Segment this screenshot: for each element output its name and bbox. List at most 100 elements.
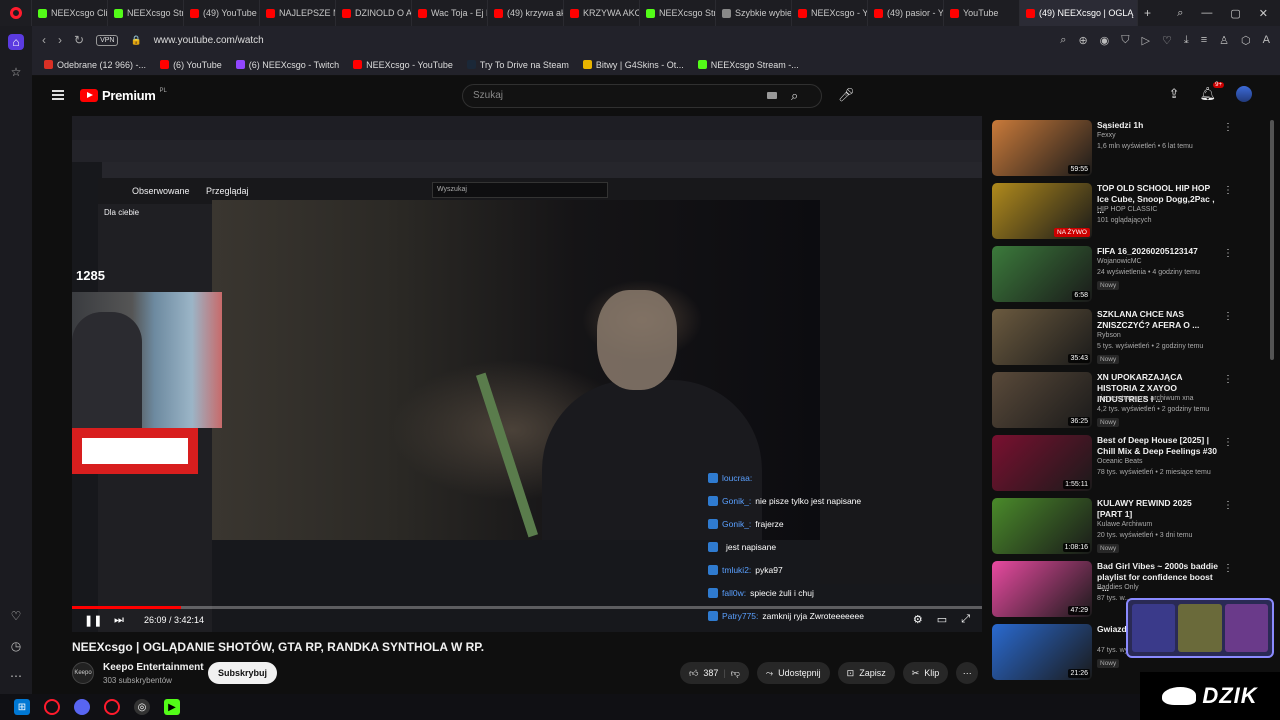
recommendation-title[interactable]: Sąsiedzi 1h <box>1097 120 1219 131</box>
bookmark-item[interactable]: (6) NEEXcsgo - Twitch <box>235 60 339 70</box>
more-options-icon[interactable]: ⋮ <box>1223 248 1233 259</box>
mic-icon[interactable]: 🎤︎ <box>838 87 855 103</box>
more-options-icon[interactable]: ⋮ <box>1223 374 1233 385</box>
pause-icon[interactable]: ❚❚ <box>84 614 102 627</box>
recommendation-title[interactable]: KULAWY REWIND 2025 [PART 1] <box>1097 498 1219 520</box>
browser-logo[interactable] <box>0 0 32 26</box>
more-actions-button[interactable]: ⋯ <box>956 662 979 684</box>
recommendation-channel[interactable]: HIP HOP CLASSIC <box>1097 206 1157 213</box>
search-icon[interactable]: ⌕ <box>1060 34 1066 47</box>
extensions-icon[interactable]: ⬡ <box>1241 34 1251 47</box>
recommendation-item[interactable]: 1:55:11 Best of Deep House [2025] | Chill… <box>990 433 1262 496</box>
recommendation-channel[interactable]: Kulawe Archiwum <box>1097 521 1152 528</box>
back-icon[interactable]: ‹ <box>42 33 46 47</box>
recommendation-title[interactable]: SZKLANA CHCE NAS ZNISZCZYĆ? AFERA O ... <box>1097 309 1219 331</box>
more-options-icon[interactable]: ⋮ <box>1223 437 1233 448</box>
thumbs-down-icon[interactable]: 👎︎ <box>731 668 740 679</box>
recommendation-channel[interactable]: Rybson <box>1097 332 1121 339</box>
subscribe-button[interactable]: Subskrybuj <box>208 662 278 684</box>
scrollbar[interactable] <box>1270 120 1274 360</box>
thumbnail[interactable]: 6:58 <box>992 246 1092 302</box>
vpn-badge[interactable]: VPN <box>96 34 119 46</box>
keyboard-icon[interactable] <box>767 92 777 99</box>
new-tab-button[interactable]: + <box>1138 0 1157 26</box>
browser-tab[interactable]: (49) YouTube <box>184 0 260 26</box>
thumbnail[interactable]: 47:29 <box>992 561 1092 617</box>
video-player[interactable]: Obserwowane Przeglądaj Wyszukaj Dla cieb… <box>72 116 982 632</box>
recommendation-channel[interactable]: WojanowicMC <box>1097 258 1142 265</box>
browser-tab[interactable]: YouTube <box>944 0 1020 26</box>
browser-tab[interactable]: KRZYWA AKCJA <box>564 0 640 26</box>
save-button[interactable]: ⊡ Zapisz <box>837 662 895 684</box>
recommendation-item[interactable]: 1:08:16 KULAWY REWIND 2025 [PART 1] Kulawe… <box>990 496 1262 559</box>
discord-icon[interactable] <box>74 699 90 715</box>
bookmark-item[interactable]: Bitwy | G4Skins - Ot... <box>582 60 684 70</box>
bell-icon[interactable]: 🔔︎ 9+ <box>1199 82 1224 102</box>
thumbnail[interactable]: 59:55 <box>992 120 1092 176</box>
thumbnail[interactable]: 21:26 <box>992 624 1092 680</box>
heart-icon[interactable]: ♡ <box>8 608 24 624</box>
browser-tab[interactable]: NEEXcsgo - Yo <box>792 0 868 26</box>
share-button[interactable]: ⤳ Udostępnij <box>756 662 830 684</box>
clip-button[interactable]: ✂ Klip <box>902 662 949 684</box>
minimize-icon[interactable]: — <box>1201 7 1212 20</box>
bookmark-item[interactable]: NEEXcsgo Stream -... <box>697 60 799 70</box>
browser-tab[interactable]: NAJLEPSZE MC <box>260 0 336 26</box>
windows-start-icon[interactable]: ⊞ <box>14 699 30 715</box>
recommendation-item[interactable]: 59:55 Sąsiedzi 1h Fexxy 1,6 mln wyświetleń … <box>990 118 1262 181</box>
youtube-logo[interactable]: Premium PL <box>80 88 167 103</box>
more-options-icon[interactable]: ⋮ <box>1223 563 1233 574</box>
opera-gx-icon[interactable] <box>44 699 60 715</box>
channel-avatar[interactable]: Keepo <box>72 662 94 684</box>
browser-tab[interactable]: Wac Toja - Ej D <box>412 0 488 26</box>
menu-icon[interactable] <box>52 90 64 100</box>
channel-name[interactable]: Keepo Entertainment <box>103 662 204 673</box>
thumbnail[interactable]: 1:55:11 <box>992 435 1092 491</box>
camera-icon[interactable]: ◉ <box>1100 34 1110 47</box>
next-icon[interactable]: ⏭︎ <box>114 614 124 627</box>
browser-tab[interactable]: (49) pasior - Yo <box>868 0 944 26</box>
recommendation-channel[interactable]: Oceanic Beats <box>1097 458 1143 465</box>
play-icon[interactable]: ▷ <box>1142 34 1150 47</box>
more-options-icon[interactable]: ⋮ <box>1223 185 1233 196</box>
profile-icon[interactable]: ♙ <box>1219 34 1229 47</box>
recommendation-item[interactable]: NA ŻYWO TOP OLD SCHOOL HIP HOP Ice Cube, … <box>990 181 1262 244</box>
browser-tab[interactable]: NEEXcsgo Stre <box>640 0 716 26</box>
fullscreen-icon[interactable]: ⤢ <box>961 613 970 626</box>
recommendation-item[interactable]: 36:25 XN UPOKARZAJĄCA HISTORIA Z XAYOO IN… <box>990 370 1262 433</box>
thumbnail[interactable]: NA ŻYWO <box>992 183 1092 239</box>
home-icon[interactable]: ⌂ <box>8 34 24 50</box>
history-icon[interactable]: ◷ <box>8 638 24 654</box>
more-options-icon[interactable]: ⋮ <box>1223 500 1233 511</box>
recommendation-title[interactable]: FIFA 16_20260205123147 <box>1097 246 1219 257</box>
browser-tab[interactable]: (49) krzywa akc <box>488 0 564 26</box>
bookmark-item[interactable]: Try To Drive na Steam <box>466 60 569 70</box>
bookmark-item[interactable]: NEEXcsgo - YouTube <box>353 60 453 70</box>
thumbnail[interactable]: 1:08:16 <box>992 498 1092 554</box>
maximize-icon[interactable]: ▢ <box>1230 7 1240 20</box>
progress-bar[interactable] <box>72 606 982 609</box>
heart-icon[interactable]: ♡ <box>1162 34 1172 47</box>
recommendation-item[interactable]: 6:58 FIFA 16_20260205123147 WojanowicMC 24 … <box>990 244 1262 307</box>
like-button[interactable]: 👍︎ 387 | 👎︎ <box>680 662 749 684</box>
opera-icon[interactable] <box>104 699 120 715</box>
browser-tab[interactable]: DZINOLD O AU <box>336 0 412 26</box>
more-icon[interactable]: ⋯ <box>8 668 24 684</box>
menu-icon[interactable]: ≡ <box>1201 34 1207 47</box>
browser-tab[interactable]: NEEXcsgo Strea <box>108 0 184 26</box>
recommendation-channel[interactable]: niemerytoryczne archiwum xna <box>1097 395 1193 402</box>
forward-icon[interactable]: › <box>58 33 62 47</box>
url-field[interactable]: www.youtube.com/watch <box>154 35 264 46</box>
recommendation-channel[interactable]: Fexxy <box>1097 132 1116 139</box>
browser-tab[interactable]: (49) NEEXcsgo | OGLĄ <box>1020 0 1138 26</box>
star-icon[interactable]: ☆ <box>8 64 24 80</box>
thumbnail[interactable]: 36:25 <box>992 372 1092 428</box>
kick-icon[interactable]: ▶ <box>164 699 180 715</box>
avatar[interactable] <box>1236 86 1252 102</box>
more-options-icon[interactable]: ⋮ <box>1223 122 1233 133</box>
bookmark-item[interactable]: (6) YouTube <box>160 60 222 70</box>
miniplayer-icon[interactable]: ▭ <box>937 613 947 626</box>
search-tabs-icon[interactable]: ⌕ <box>1177 7 1183 20</box>
zoom-icon[interactable]: ⊕ <box>1078 34 1087 47</box>
recommendation-title[interactable]: Best of Deep House [2025] | Chill Mix & … <box>1097 435 1219 457</box>
